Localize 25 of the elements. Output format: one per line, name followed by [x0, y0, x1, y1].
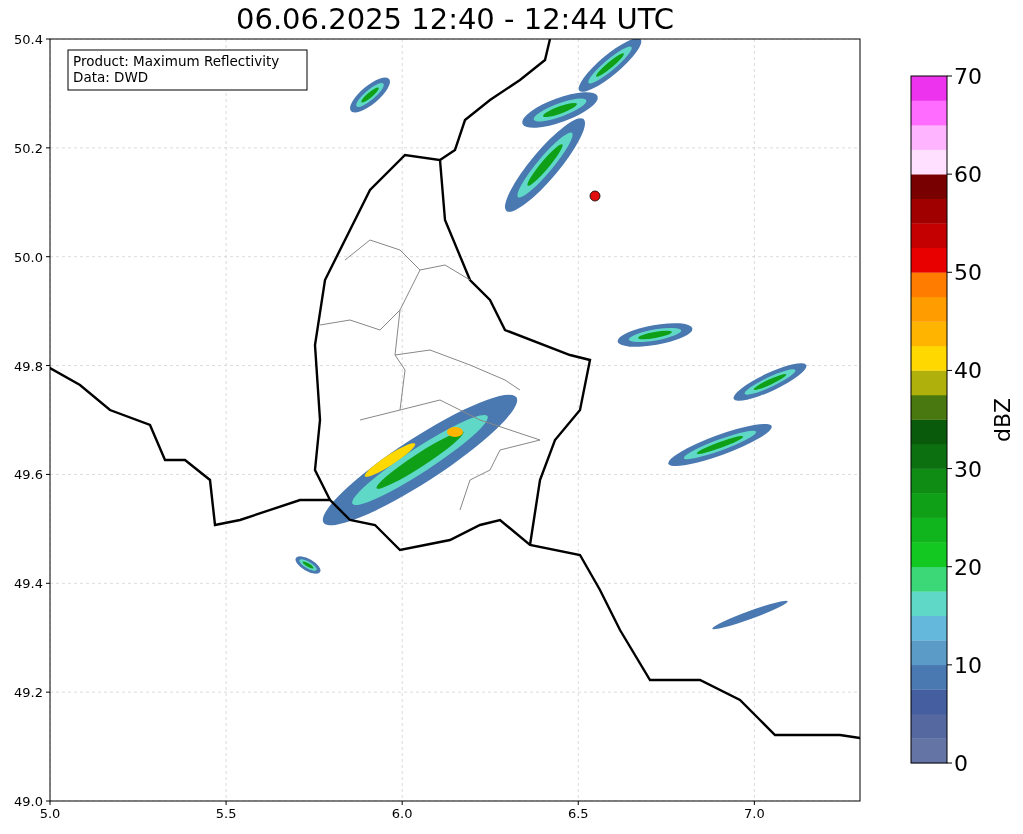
y-tick-label: 49.4 [14, 576, 43, 592]
y-tick-label: 49.2 [14, 685, 43, 701]
y-tick-label: 49.0 [14, 794, 43, 809]
y-tick-label: 50.2 [14, 140, 43, 156]
colorbar-tick-label: 10 [954, 652, 982, 678]
y-tick-label: 49.8 [14, 358, 43, 374]
colorbar-tick-label: 70 [954, 64, 982, 89]
colorbar-tick-label: 60 [954, 162, 982, 188]
colorbar-tick-label: 30 [954, 456, 982, 482]
x-tick-label: 5.5 [215, 806, 237, 821]
x-tick-label: 6.0 [391, 806, 413, 821]
legend-text: Product: Maximum Reflectivity [73, 53, 280, 69]
colorbar-label: dBZ [990, 397, 1015, 443]
colorbar-tick-label: 40 [954, 358, 982, 384]
colorbar-tick-label: 0 [954, 751, 968, 776]
legend-text: Data: DWD [73, 69, 149, 85]
x-tick-label: 5.0 [39, 806, 61, 821]
y-tick-label: 49.6 [14, 467, 43, 483]
colorbar-tick-label: 50 [954, 260, 982, 286]
plot-title: 06.06.2025 12:40 - 12:44 UTC [236, 2, 674, 36]
x-tick-label: 7.0 [744, 806, 765, 821]
colorbar-tick-label: 20 [954, 554, 982, 580]
x-tick-label: 6.5 [567, 806, 589, 821]
y-tick-label: 50.0 [14, 249, 43, 265]
y-tick-label: 50.4 [14, 34, 43, 47]
